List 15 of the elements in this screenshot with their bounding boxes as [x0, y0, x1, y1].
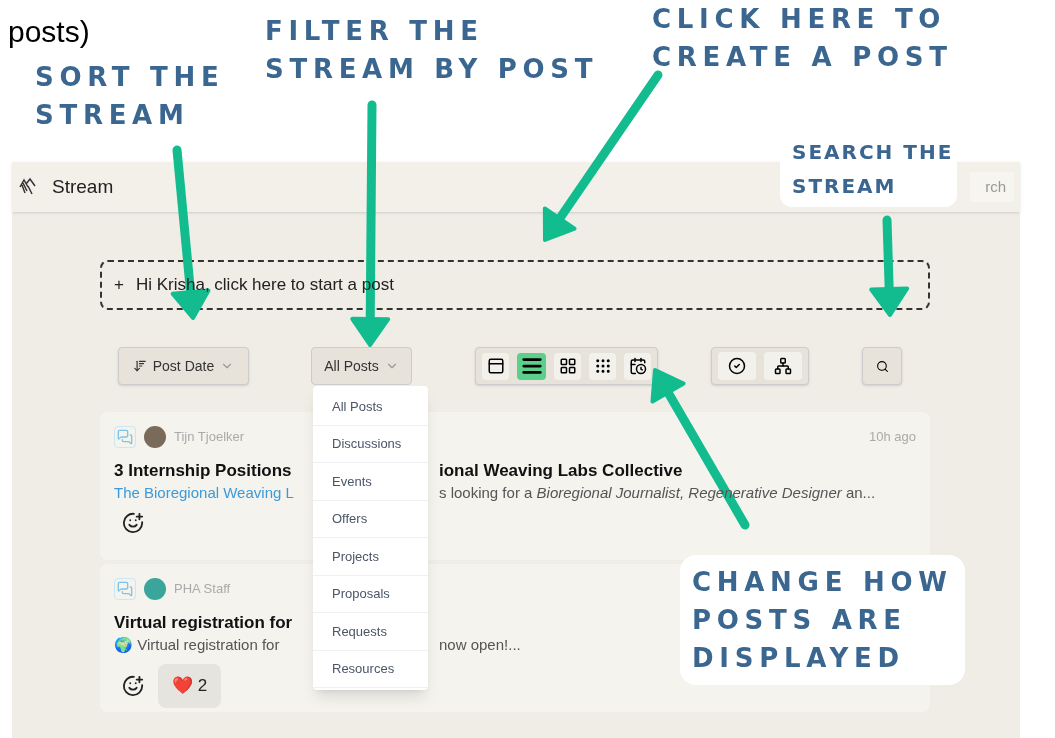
post-title: Virtual registration for [114, 612, 294, 634]
author-name: PHA Staff [174, 580, 231, 599]
post-time: 10h ago [869, 428, 916, 447]
caption-text: posts) [8, 14, 90, 50]
annotation-label: FILTER THE STREAM BY POST [265, 15, 599, 86]
page-title: Stream [52, 174, 114, 199]
post-excerpt: 🌍 Virtual registration for [114, 635, 281, 655]
annotation-label: SORT THE STREAM [35, 61, 225, 132]
post-title: ional Weaving Labs Collective [439, 460, 683, 482]
post-excerpt: now open!... [439, 635, 521, 655]
post-title: 3 Internship Positions [114, 460, 293, 482]
plus-icon: + [114, 272, 124, 298]
annotation-label: CLICK HERE TO CREATE A POST [652, 3, 953, 74]
author-name: Tijn Tjoelker [174, 428, 245, 447]
annotation-label: CHANGE HOW POSTS ARE DISPLAYED [680, 555, 965, 685]
